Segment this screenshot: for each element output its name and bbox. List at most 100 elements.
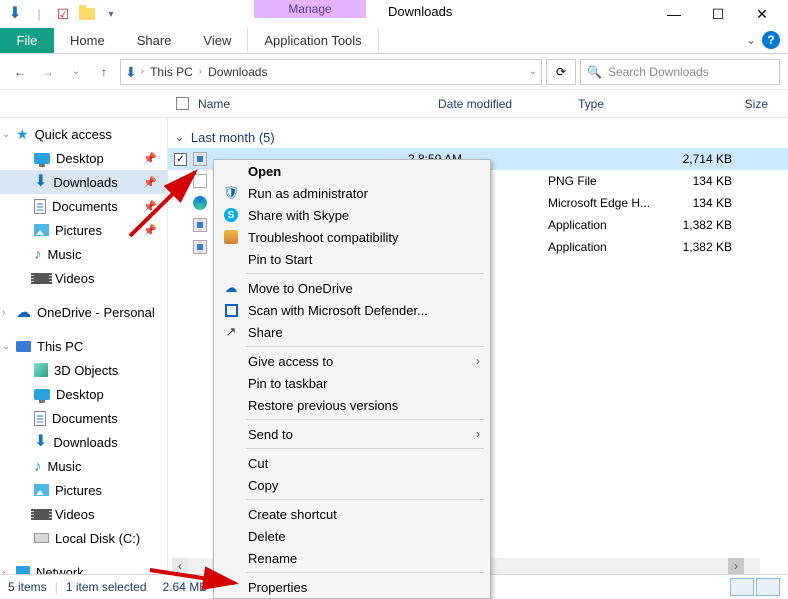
menu-pin-taskbar[interactable]: Pin to taskbar [214, 372, 490, 394]
file-type-icon [190, 196, 210, 210]
status-item-count: 5 items [0, 580, 55, 594]
recent-locations-button[interactable]: ⌄ [64, 60, 88, 84]
tree-documents[interactable]: Documents📌 [0, 194, 167, 218]
select-all-checkbox[interactable] [176, 97, 189, 110]
menu-scan-defender[interactable]: Scan with Microsoft Defender... [214, 299, 490, 321]
maximize-button[interactable]: ☐ [696, 0, 740, 28]
close-button[interactable]: ✕ [740, 0, 784, 28]
up-button[interactable]: ↑ [92, 60, 116, 84]
menu-cut[interactable]: Cut [214, 452, 490, 474]
address-bar[interactable]: ⬇ › This PC › Downloads ⌄ [120, 59, 542, 85]
skype-icon: S [222, 206, 240, 224]
row-checkbox[interactable]: ✓ [174, 153, 187, 166]
search-icon: 🔍 [587, 65, 602, 79]
tree-this-pc[interactable]: ⌄This PC [0, 334, 167, 358]
tree-downloads[interactable]: ⬇Downloads📌 [0, 170, 167, 194]
tree-music-pc[interactable]: ♪Music [0, 454, 167, 478]
contextual-tab-manage[interactable]: Manage [254, 0, 366, 18]
menu-run-as-admin[interactable]: 🛡Run as administrator [214, 182, 490, 204]
menu-send-to[interactable]: Send to› [214, 423, 490, 445]
troubleshoot-icon [222, 228, 240, 246]
refresh-button[interactable]: ⟳ [546, 59, 576, 85]
search-box[interactable]: 🔍 Search Downloads [580, 59, 780, 85]
chevron-down-icon: ⌄ [174, 129, 185, 145]
file-size: 1,382 KB [668, 240, 738, 254]
tree-pictures-pc[interactable]: Pictures [0, 478, 167, 502]
new-folder-qat-icon[interactable] [78, 5, 96, 23]
menu-share[interactable]: ↗Share [214, 321, 490, 343]
file-type: Application [548, 218, 668, 232]
submenu-arrow-icon: › [476, 354, 480, 368]
breadcrumb-downloads[interactable]: Downloads [206, 65, 269, 79]
minimize-button[interactable]: — [652, 0, 696, 28]
status-size: 2.64 MB [155, 580, 216, 594]
column-type[interactable]: Type [578, 97, 698, 111]
column-size[interactable]: Size [698, 97, 768, 111]
defender-icon [222, 301, 240, 319]
file-tab[interactable]: File [0, 28, 54, 53]
chevron-right-icon[interactable]: › [141, 66, 144, 77]
tree-desktop[interactable]: Desktop📌 [0, 146, 167, 170]
tree-downloads-pc[interactable]: ⬇Downloads [0, 430, 167, 454]
view-tab[interactable]: View [187, 28, 247, 53]
pin-icon: 📌 [143, 176, 157, 189]
menu-properties[interactable]: Properties [214, 576, 490, 598]
back-button[interactable]: ← [8, 60, 32, 84]
file-type: Application [548, 240, 668, 254]
submenu-arrow-icon: › [476, 427, 480, 441]
tree-onedrive[interactable]: ›☁OneDrive - Personal [0, 300, 167, 324]
menu-give-access[interactable]: Give access to› [214, 350, 490, 372]
menu-create-shortcut[interactable]: Create shortcut [214, 503, 490, 525]
pin-icon: 📌 [143, 224, 157, 237]
tree-local-disk[interactable]: Local Disk (C:) [0, 526, 167, 550]
menu-restore-versions[interactable]: Restore previous versions [214, 394, 490, 416]
tree-3d-objects[interactable]: 3D Objects [0, 358, 167, 382]
group-header-last-month[interactable]: ⌄ Last month (5) [168, 126, 788, 148]
search-placeholder: Search Downloads [608, 65, 709, 79]
file-type: Microsoft Edge H... [548, 196, 668, 210]
context-menu: Open 🛡Run as administrator SShare with S… [213, 159, 491, 599]
pin-icon: 📌 [143, 152, 157, 165]
menu-rename[interactable]: Rename [214, 547, 490, 569]
scroll-left-icon[interactable]: ‹ [172, 558, 188, 574]
tree-quick-access[interactable]: ⌄★Quick access [0, 122, 167, 146]
properties-qat-icon[interactable]: ☑ [54, 5, 72, 23]
share-tab[interactable]: Share [121, 28, 188, 53]
menu-open[interactable]: Open [214, 160, 490, 182]
tree-videos[interactable]: Videos [0, 266, 167, 290]
thumbnails-view-button[interactable] [756, 578, 780, 596]
status-selection: 1 item selected [58, 580, 155, 594]
scroll-right-icon[interactable]: › [728, 558, 744, 574]
breadcrumb-thispc[interactable]: This PC [148, 65, 195, 79]
help-icon[interactable]: ? [762, 31, 780, 49]
chevron-right-icon[interactable]: › [199, 66, 202, 77]
tree-music[interactable]: ♪Music [0, 242, 167, 266]
tree-videos-pc[interactable]: Videos [0, 502, 167, 526]
file-size: 2,714 KB [668, 152, 738, 166]
tree-documents-pc[interactable]: Documents [0, 406, 167, 430]
file-type-icon [190, 152, 210, 166]
file-type-icon [190, 240, 210, 254]
file-size: 134 KB [668, 174, 738, 188]
menu-pin-start[interactable]: Pin to Start [214, 248, 490, 270]
menu-copy[interactable]: Copy [214, 474, 490, 496]
column-name[interactable]: Name [198, 97, 438, 111]
menu-share-skype[interactable]: SShare with Skype [214, 204, 490, 226]
forward-button[interactable]: → [36, 60, 60, 84]
menu-delete[interactable]: Delete [214, 525, 490, 547]
details-view-button[interactable] [730, 578, 754, 596]
menu-move-onedrive[interactable]: ☁Move to OneDrive [214, 277, 490, 299]
home-tab[interactable]: Home [54, 28, 121, 53]
tree-desktop-pc[interactable]: Desktop [0, 382, 167, 406]
address-dropdown-icon[interactable]: ⌄ [529, 66, 537, 77]
application-tools-tab[interactable]: Application Tools [247, 28, 378, 53]
navigation-row: ← → ⌄ ↑ ⬇ › This PC › Downloads ⌄ ⟳ 🔍 Se… [0, 54, 788, 90]
column-date[interactable]: Date modified [438, 97, 578, 111]
window-title: Downloads [388, 4, 452, 19]
menu-troubleshoot[interactable]: Troubleshoot compatibility [214, 226, 490, 248]
pin-icon: 📌 [143, 200, 157, 213]
file-size: 1,382 KB [668, 218, 738, 232]
tree-pictures[interactable]: Pictures📌 [0, 218, 167, 242]
qat-customize-icon[interactable]: ▾ [102, 5, 120, 23]
collapse-ribbon-icon[interactable]: ⌄ [746, 33, 756, 47]
